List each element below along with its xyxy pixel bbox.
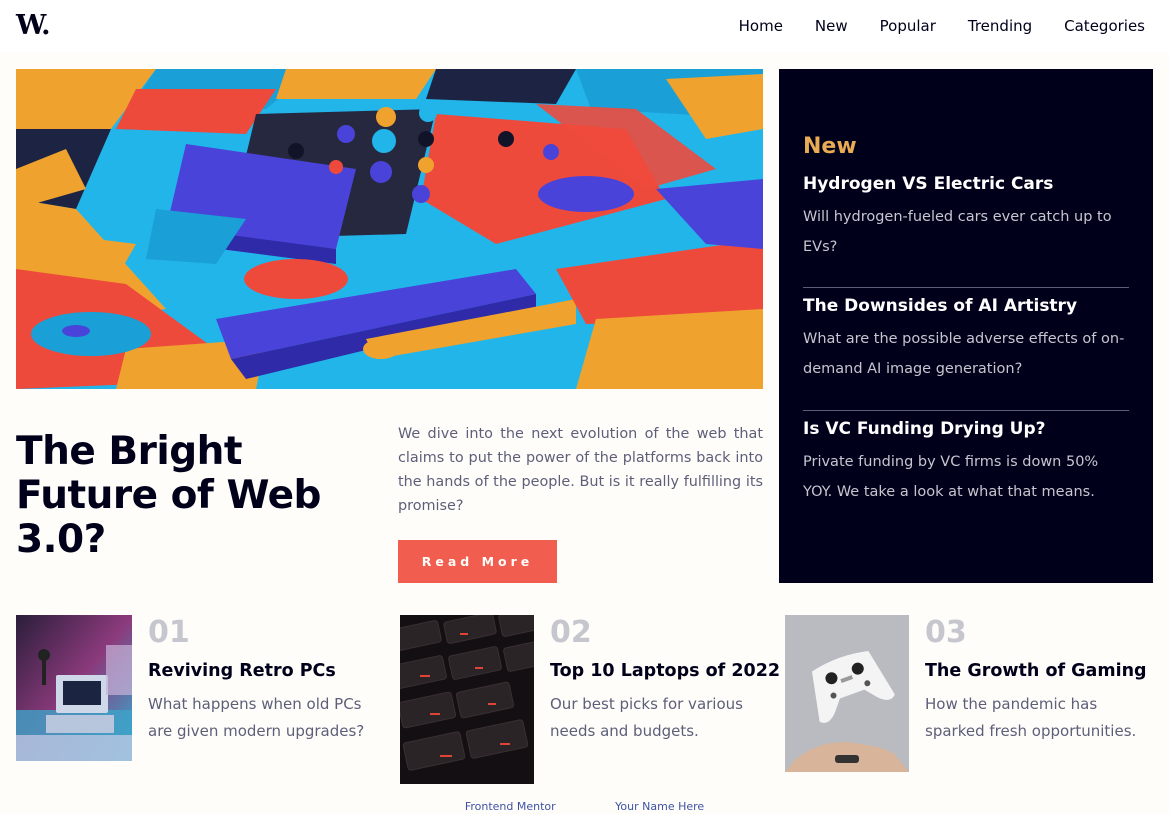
sidebar-article[interactable]: The Downsides of AI Artistry What are th… bbox=[803, 294, 1129, 384]
sidebar-article-title[interactable]: Hydrogen VS Electric Cars bbox=[803, 172, 1129, 196]
sidebar-article-title[interactable]: Is VC Funding Drying Up? bbox=[803, 417, 1129, 441]
sidebar-divider bbox=[803, 287, 1129, 288]
read-more-button[interactable]: Read More bbox=[398, 540, 557, 583]
sidebar-divider bbox=[803, 410, 1129, 411]
nav-link-trending[interactable]: Trending bbox=[968, 17, 1032, 35]
sidebar-article-text: What are the possible adverse effects of… bbox=[803, 331, 1125, 377]
card-description: What happens when old PCs are given mode… bbox=[148, 695, 365, 740]
card-number: 02 bbox=[550, 615, 592, 650]
sidebar-article-text: Will hydrogen-fueled cars ever catch up … bbox=[803, 209, 1112, 255]
gaming-controller-thumbnail[interactable] bbox=[785, 615, 909, 772]
card-number: 03 bbox=[925, 615, 967, 650]
card-title[interactable]: Top 10 Laptops of 2022 bbox=[550, 661, 780, 681]
card-title[interactable]: Reviving Retro PCs bbox=[148, 661, 336, 681]
nav-link-categories[interactable]: Categories bbox=[1064, 17, 1145, 35]
hero-image bbox=[16, 69, 763, 389]
hero-title: The Bright Future of Web 3.0? bbox=[16, 429, 321, 562]
card-title[interactable]: The Growth of Gaming bbox=[925, 661, 1147, 681]
frontend-mentor-link[interactable]: Frontend Mentor bbox=[465, 800, 556, 813]
sidebar-heading: New bbox=[803, 134, 857, 159]
nav-link-new[interactable]: New bbox=[815, 17, 848, 35]
hero-description: We dive into the next evolution of the w… bbox=[398, 426, 763, 514]
card-description: Our best picks for various needs and bud… bbox=[550, 695, 743, 740]
card-number: 01 bbox=[148, 615, 190, 650]
nav-link-popular[interactable]: Popular bbox=[880, 17, 936, 35]
nav-link-home[interactable]: Home bbox=[739, 17, 783, 35]
sidebar-article-text: Private funding by VC firms is down 50% … bbox=[803, 454, 1099, 500]
sidebar-article[interactable]: Is VC Funding Drying Up? Private funding… bbox=[803, 417, 1129, 507]
new-articles-sidebar: New Hydrogen VS Electric Cars Will hydro… bbox=[779, 69, 1153, 583]
sidebar-article[interactable]: Hydrogen VS Electric Cars Will hydrogen-… bbox=[803, 172, 1129, 262]
laptop-keyboard-thumbnail[interactable] bbox=[400, 615, 534, 784]
attribution-footer: Frontend Mentor Your Name Here bbox=[0, 800, 1169, 813]
retro-pc-thumbnail[interactable] bbox=[16, 615, 132, 761]
nav-links: Home New Popular Trending Categories bbox=[739, 17, 1145, 35]
card-description: How the pandemic has sparked fresh oppor… bbox=[925, 695, 1137, 740]
sidebar-article-title[interactable]: The Downsides of AI Artistry bbox=[803, 294, 1129, 318]
top-nav: W. Home New Popular Trending Categories bbox=[0, 0, 1169, 52]
author-link[interactable]: Your Name Here bbox=[615, 800, 704, 813]
site-logo[interactable]: W. bbox=[16, 10, 51, 41]
